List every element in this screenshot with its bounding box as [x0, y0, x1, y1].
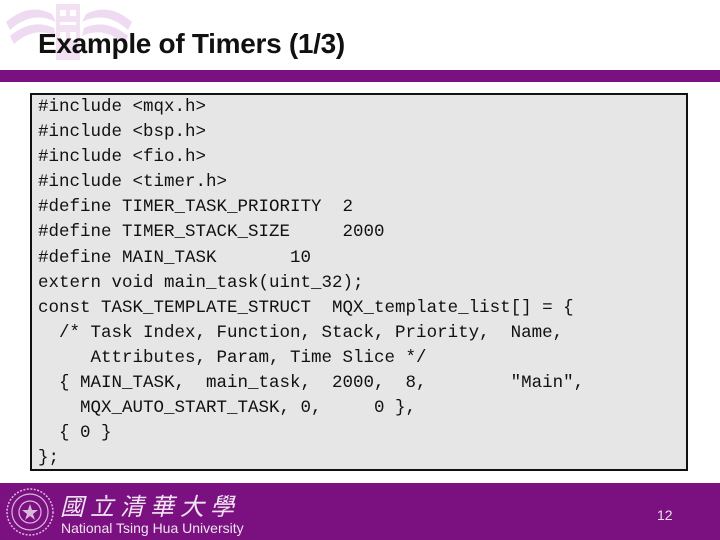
code-line: #include <bsp.h> [38, 122, 207, 143]
code-line: #include <fio.h> [38, 147, 207, 168]
code-line: #define TIMER_TASK_PRIORITY 2 [38, 197, 354, 218]
code-line: const TASK_TEMPLATE_STRUCT MQX_template_… [38, 297, 574, 318]
university-seal-icon [6, 488, 54, 536]
code-line: { MAIN_TASK, main_task, 2000, 8, "Main", [38, 373, 585, 394]
code-line: #define MAIN_TASK 10 [38, 247, 312, 268]
code-line: #define TIMER_STACK_SIZE 2000 [38, 222, 385, 243]
title-divider-bar [0, 70, 720, 82]
code-line: }; [38, 448, 60, 469]
university-name-english: National Tsing Hua University [61, 520, 244, 536]
code-line: Attributes, Param, Time Slice */ [38, 347, 427, 368]
code-line: #include <mqx.h> [38, 97, 207, 117]
page-number: 12 [657, 507, 673, 523]
slide-title: Example of Timers (1/3) [38, 28, 345, 59]
code-listing: #include <mqx.h> #include <bsp.h> #include… [32, 95, 686, 471]
code-line: #include <timer.h> [38, 172, 228, 193]
slide-footer: 國立清華大學 National Tsing Hua University 12 [0, 483, 720, 540]
code-line: MQX_AUTO_START_TASK, 0, 0 }, [38, 398, 417, 419]
code-line: /* Task Index, Function, Stack, Priority… [38, 322, 564, 343]
university-name-chinese: 國立清華大學 [60, 493, 240, 521]
code-block: #include <mqx.h> #include <bsp.h> #include… [30, 93, 688, 471]
code-line: { 0 } [38, 423, 112, 444]
code-line: extern void main_task(uint_32); [38, 272, 364, 293]
